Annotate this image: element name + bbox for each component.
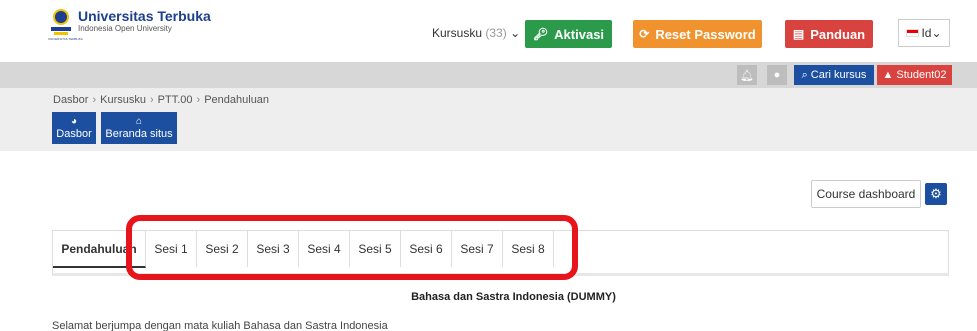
top-header: UNIVERSITAS TERBUKA Universitas Terbuka … bbox=[0, 0, 977, 62]
breadcrumb-item-dasbor[interactable]: Dasbor bbox=[53, 94, 88, 106]
breadcrumb-bar: Dasbor › Kursusku › PTT.00 › Pendahuluan ◕ Das… bbox=[0, 88, 977, 151]
breadcrumb-separator: › bbox=[150, 94, 154, 106]
user-name: Student02 bbox=[896, 69, 947, 81]
course-title: Bahasa dan Sastra Indonesia (DUMMY) bbox=[411, 291, 616, 303]
indonesia-flag-icon bbox=[906, 29, 920, 37]
site-logo[interactable]: UNIVERSITAS TERBUKA Universitas Terbuka … bbox=[48, 8, 211, 42]
key-icon: 🔑︎ bbox=[532, 27, 549, 41]
welcome-text: Selamat berjumpa dengan mata kuliah Baha… bbox=[52, 320, 388, 331]
kursusku-dropdown[interactable]: Kursusku (33) ⌄ bbox=[432, 26, 520, 40]
language-selector[interactable]: Id ⌄ bbox=[898, 19, 950, 47]
course-dashboard-label: Course dashboard bbox=[816, 187, 916, 201]
cari-kursus-label: Cari kursus bbox=[810, 69, 867, 81]
dasbor-button[interactable]: ◕ Dasbor bbox=[52, 112, 96, 144]
gear-icon[interactable]: ⚙ bbox=[925, 183, 947, 205]
cari-kursus-button[interactable]: ⌕ Cari kursus bbox=[794, 65, 874, 85]
panduan-label: Panduan bbox=[810, 26, 866, 42]
breadcrumb-separator: › bbox=[196, 94, 201, 106]
search-icon: ⌕ bbox=[801, 68, 808, 81]
kursusku-count: (33) bbox=[485, 26, 507, 40]
dasbor-label: Dasbor bbox=[56, 128, 92, 140]
breadcrumb-item-current: Pendahuluan bbox=[204, 94, 270, 106]
highlight-annotation bbox=[126, 215, 578, 280]
dashboard-icon: ◕ bbox=[70, 116, 78, 127]
home-icon: ⌂ bbox=[135, 116, 143, 127]
breadcrumb-item-kursusku[interactable]: Kursusku bbox=[100, 94, 146, 106]
bell-icon[interactable]: 🔔︎ bbox=[737, 65, 757, 85]
breadcrumb-separator: › bbox=[92, 94, 97, 106]
chevron-down-icon: ⌄ bbox=[510, 26, 521, 40]
file-icon: ▤ bbox=[792, 27, 805, 41]
ut-logo-icon: UNIVERSITAS TERBUKA bbox=[48, 9, 83, 41]
kursusku-label: Kursusku bbox=[432, 26, 483, 40]
chat-icon[interactable]: ● bbox=[767, 65, 787, 85]
course-dashboard-button[interactable]: Course dashboard bbox=[811, 180, 921, 208]
user-navbar: 🔔︎ ● ⌕ Cari kursus ▲ Student02 bbox=[0, 62, 977, 88]
panduan-button[interactable]: ▤ Panduan bbox=[785, 20, 873, 48]
reset-password-label: Reset Password bbox=[655, 26, 756, 42]
refresh-icon: ⟳ bbox=[639, 27, 650, 41]
logo-subtitle: Indonesia Open University bbox=[78, 24, 172, 33]
beranda-situs-label: Beranda situs bbox=[105, 128, 173, 140]
breadcrumb: Dasbor › Kursusku › PTT.00 › Pendahuluan bbox=[53, 94, 269, 106]
aktivasi-button[interactable]: 🔑︎ Aktivasi bbox=[525, 20, 612, 48]
language-label: Id bbox=[921, 26, 932, 40]
beranda-situs-button[interactable]: ⌂ Beranda situs bbox=[101, 112, 177, 144]
chevron-down-icon: ⌄ bbox=[931, 26, 942, 40]
logo-title: Universitas Terbuka bbox=[78, 8, 211, 24]
aktivasi-label: Aktivasi bbox=[554, 26, 605, 42]
breadcrumb-item-course[interactable]: PTT.00 bbox=[158, 94, 193, 106]
reset-password-button[interactable]: ⟳ Reset Password bbox=[633, 20, 762, 48]
user-icon: ▲ bbox=[882, 69, 894, 81]
user-menu-button[interactable]: ▲ Student02 bbox=[877, 65, 952, 85]
